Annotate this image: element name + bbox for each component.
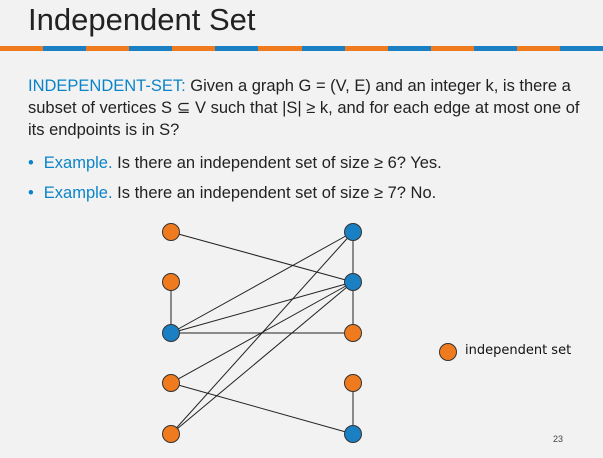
- graph-node: [162, 425, 180, 443]
- graph-node: [162, 324, 180, 342]
- graph-node: [162, 223, 180, 241]
- graph-node: [344, 223, 362, 241]
- graph-edge: [170, 382, 354, 435]
- legend-orange-dot: [439, 343, 457, 361]
- graph-edge: [170, 281, 354, 334]
- graph-edges: [170, 231, 354, 435]
- graph-node: [344, 425, 362, 443]
- graph-node: [344, 273, 362, 291]
- graph-node: [344, 324, 362, 342]
- graph-node: [162, 374, 180, 392]
- graph-diagram: [162, 223, 457, 443]
- page-number: 23: [553, 434, 564, 444]
- graph-edge: [170, 281, 354, 435]
- legend-label: independent set: [465, 343, 572, 358]
- graph-node: [344, 374, 362, 392]
- graph-edge: [170, 231, 354, 334]
- graph-edge: [170, 231, 354, 283]
- graph-node: [162, 273, 180, 291]
